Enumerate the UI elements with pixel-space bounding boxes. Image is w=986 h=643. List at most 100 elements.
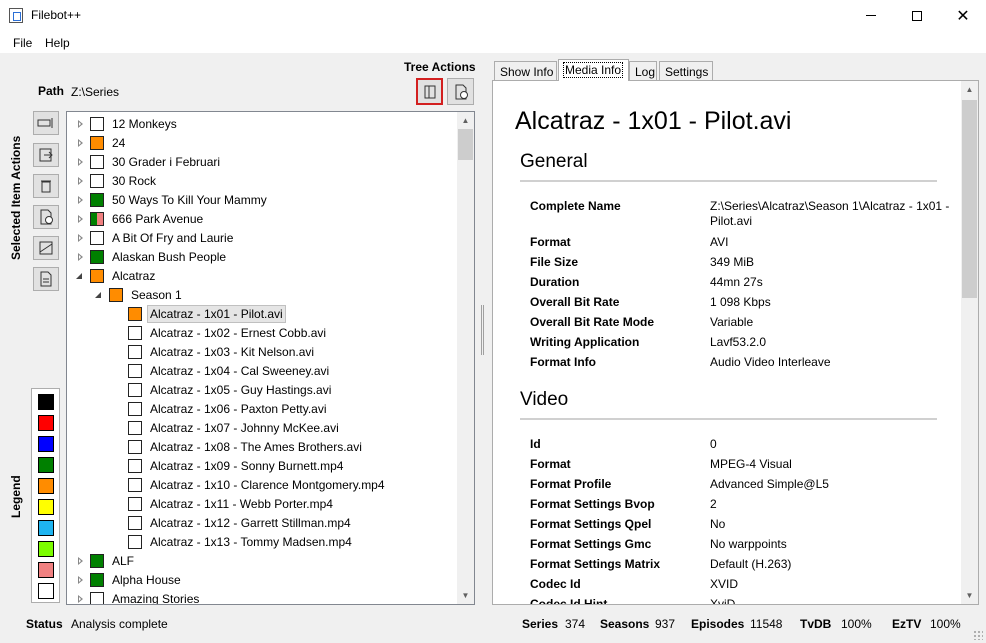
maximize-button[interactable] bbox=[894, 0, 940, 31]
property-key: Format Settings Bvop bbox=[530, 497, 655, 511]
collapsed-arrow-icon[interactable] bbox=[75, 594, 85, 604]
collapsed-arrow-icon[interactable] bbox=[75, 252, 85, 262]
scroll-thumb[interactable] bbox=[962, 100, 977, 298]
tree-episode-item[interactable]: Alcatraz - 1x02 - Ernest Cobb.avi bbox=[113, 323, 328, 342]
tree-episode-item[interactable]: Alcatraz - 1x13 - Tommy Madsen.mp4 bbox=[113, 532, 354, 551]
tree-episode-item[interactable]: Alcatraz - 1x08 - The Ames Brothers.avi bbox=[113, 437, 364, 456]
tab-log[interactable]: Log bbox=[629, 61, 657, 81]
move-button[interactable] bbox=[33, 143, 59, 167]
analyze-item-button[interactable] bbox=[33, 205, 59, 229]
delete-button[interactable] bbox=[33, 174, 59, 198]
scroll-thumb[interactable] bbox=[458, 129, 473, 160]
collapsed-arrow-icon[interactable] bbox=[75, 176, 85, 186]
tree-series-item[interactable]: Alpha House bbox=[75, 570, 183, 589]
rename-button[interactable] bbox=[33, 111, 59, 135]
menu-file[interactable]: File bbox=[13, 36, 32, 50]
seasons-count: 937 bbox=[655, 617, 676, 631]
scroll-up-icon[interactable]: ▲ bbox=[961, 81, 978, 98]
tree-episode-item[interactable]: Alcatraz - 1x12 - Garrett Stillman.mp4 bbox=[113, 513, 353, 532]
property-value: 349 MiB bbox=[710, 255, 755, 269]
tree-item-label: Alcatraz - 1x09 - Sonny Burnett.mp4 bbox=[150, 458, 344, 473]
seasons-count-label: Seasons bbox=[600, 617, 650, 631]
tree-episode-item[interactable]: Alcatraz - 1x03 - Kit Nelson.avi bbox=[113, 342, 316, 361]
tree-series-item[interactable]: 30 Grader i Februari bbox=[75, 152, 222, 171]
collapse-tree-button[interactable] bbox=[416, 78, 443, 105]
tree-item-label: Alcatraz - 1x11 - Webb Porter.mp4 bbox=[150, 496, 333, 511]
tree-item-label: Alcatraz - 1x01 - Pilot.avi bbox=[147, 304, 286, 323]
tree-series-item[interactable]: ALF bbox=[75, 551, 136, 570]
legend-swatch bbox=[38, 415, 54, 431]
property-key: Format Info bbox=[530, 355, 596, 369]
tree-series-item[interactable]: 12 Monkeys bbox=[75, 114, 179, 133]
tree-episode-item[interactable]: Alcatraz - 1x04 - Cal Sweeney.avi bbox=[113, 361, 331, 380]
tree-series-item[interactable]: 24 bbox=[75, 133, 127, 152]
status-color-box bbox=[128, 477, 142, 492]
image-button[interactable] bbox=[33, 236, 59, 260]
tree-episode-item[interactable]: Alcatraz - 1x09 - Sonny Burnett.mp4 bbox=[113, 456, 345, 475]
collapsed-arrow-icon[interactable] bbox=[75, 214, 85, 224]
tree-episode-item[interactable]: Alcatraz - 1x07 - Johnny McKee.avi bbox=[113, 418, 341, 437]
tab-settings[interactable]: Settings bbox=[659, 61, 713, 81]
tree-season-item[interactable]: Season 1 bbox=[94, 285, 184, 304]
splitter-handle[interactable] bbox=[481, 305, 484, 355]
scroll-down-icon[interactable]: ▼ bbox=[961, 587, 978, 604]
tree-scrollbar[interactable]: ▲ ▼ bbox=[457, 112, 474, 604]
section-heading: General bbox=[520, 151, 588, 172]
tree-episode-item[interactable]: Alcatraz - 1x11 - Webb Porter.mp4 bbox=[113, 494, 335, 513]
collapsed-arrow-icon[interactable] bbox=[75, 195, 85, 205]
tree-series-item[interactable]: 50 Ways To Kill Your Mammy bbox=[75, 190, 269, 209]
tab-show-info[interactable]: Show Info bbox=[494, 61, 557, 81]
status-color-box bbox=[128, 363, 142, 378]
collapsed-arrow-icon[interactable] bbox=[75, 575, 85, 585]
resize-grip[interactable] bbox=[973, 630, 983, 640]
status-color-box bbox=[128, 534, 142, 549]
tree-series-item[interactable]: A Bit Of Fry and Laurie bbox=[75, 228, 235, 247]
tree-series-item[interactable]: 30 Rock bbox=[75, 171, 158, 190]
tree-item-label: 24 bbox=[112, 135, 126, 150]
property-key: Format Settings Gmc bbox=[530, 537, 652, 551]
collapsed-arrow-icon[interactable] bbox=[75, 556, 85, 566]
tree-series-item[interactable]: Alcatraz bbox=[75, 266, 157, 285]
property-key: Overall Bit Rate Mode bbox=[530, 315, 655, 329]
legend-label: Legend bbox=[9, 475, 23, 518]
menu-help[interactable]: Help bbox=[45, 36, 70, 50]
property-key: Format Settings Qpel bbox=[530, 517, 652, 531]
book-icon bbox=[424, 85, 435, 98]
details-button[interactable] bbox=[33, 267, 59, 291]
property-key: Duration bbox=[530, 275, 580, 289]
tree-episode-item[interactable]: Alcatraz - 1x06 - Paxton Petty.avi bbox=[113, 399, 329, 418]
tree-item-label: Alcatraz - 1x08 - The Ames Brothers.avi bbox=[150, 439, 362, 454]
property-value: 44mn 27s bbox=[710, 275, 763, 289]
tree-series-item[interactable]: Alaskan Bush People bbox=[75, 247, 228, 266]
series-count-label: Series bbox=[522, 617, 559, 631]
media-scrollbar[interactable]: ▲ ▼ bbox=[961, 81, 978, 604]
tree-item-label: 666 Park Avenue bbox=[112, 211, 204, 226]
status-color-box bbox=[90, 211, 104, 226]
collapsed-arrow-icon[interactable] bbox=[75, 157, 85, 167]
property-key: Codec Id Hint bbox=[530, 597, 608, 605]
expanded-arrow-icon[interactable] bbox=[75, 271, 85, 281]
tree-item-label: Alpha House bbox=[112, 572, 181, 587]
scroll-up-icon[interactable]: ▲ bbox=[457, 112, 474, 129]
tree-series-item[interactable]: Amazing Stories bbox=[75, 589, 201, 604]
section-divider bbox=[520, 418, 937, 420]
tree-episode-item[interactable]: Alcatraz - 1x01 - Pilot.avi bbox=[113, 304, 286, 323]
tvdb-value: 100% bbox=[841, 617, 872, 631]
analyze-tree-button[interactable] bbox=[447, 78, 474, 105]
series-tree[interactable]: Amazing Stories Alpha House ALF Alcatraz - … bbox=[66, 111, 475, 605]
collapsed-arrow-icon[interactable] bbox=[75, 233, 85, 243]
tree-series-item[interactable]: 666 Park Avenue bbox=[75, 209, 205, 228]
collapsed-arrow-icon[interactable] bbox=[75, 119, 85, 129]
tree-episode-item[interactable]: Alcatraz - 1x10 - Clarence Montgomery.mp… bbox=[113, 475, 387, 494]
scroll-down-icon[interactable]: ▼ bbox=[457, 587, 474, 604]
file-check-icon bbox=[455, 84, 468, 99]
expanded-arrow-icon[interactable] bbox=[94, 290, 104, 300]
tab-media-info[interactable]: Media Info bbox=[558, 59, 629, 81]
status-color-box bbox=[128, 401, 142, 416]
tree-episode-item[interactable]: Alcatraz - 1x05 - Guy Hastings.avi bbox=[113, 380, 333, 399]
minimize-button[interactable] bbox=[848, 0, 894, 31]
close-button[interactable]: ✕ bbox=[940, 0, 986, 31]
collapsed-arrow-icon[interactable] bbox=[75, 138, 85, 148]
